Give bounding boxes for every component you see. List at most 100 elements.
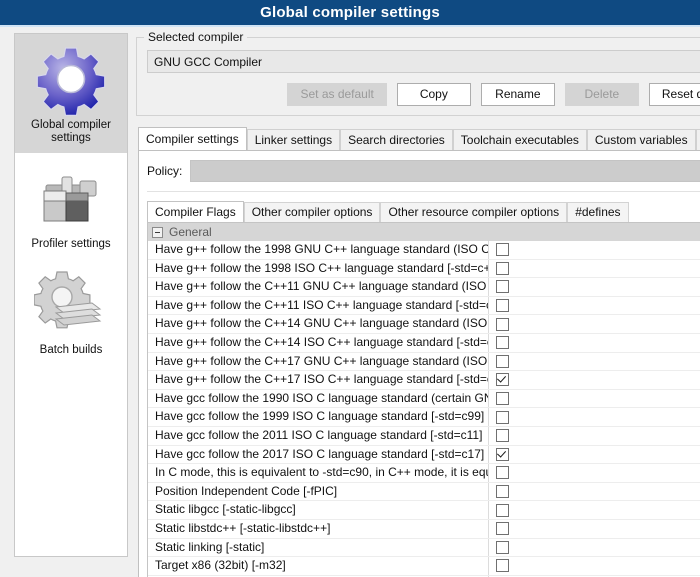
flag-checkbox[interactable] xyxy=(496,336,509,350)
flags-rows-area: General Have g++ follow the 1998 GNU C++… xyxy=(148,223,700,577)
flag-checkbox-cell xyxy=(489,390,700,408)
flag-row[interactable]: Have gcc follow the 1990 ISO C language … xyxy=(148,389,700,409)
delete-button[interactable]: Delete xyxy=(564,83,639,106)
compiler-flags-list: General Have g++ follow the 1998 GNU C++… xyxy=(147,222,700,577)
flag-row[interactable]: Have g++ follow the C++14 ISO C++ langua… xyxy=(148,333,700,353)
tab-custom-variables[interactable]: Custom variables xyxy=(586,129,696,150)
flag-row[interactable]: Static linking [-static] xyxy=(148,538,700,558)
flag-row[interactable]: Have g++ follow the C++17 GNU C++ langua… xyxy=(148,352,700,372)
flag-row[interactable]: In C mode, this is equivalent to -std=c9… xyxy=(148,464,700,483)
flag-row[interactable]: Have g++ follow the C++11 ISO C++ langua… xyxy=(148,296,700,316)
tab-other-resource-compiler-options[interactable]: Other resource compiler options xyxy=(380,202,568,222)
flag-label: Static libstdc++ [-static-libstdc++] xyxy=(148,519,489,538)
flag-checkbox[interactable] xyxy=(496,392,509,406)
flag-checkbox-cell xyxy=(489,539,700,557)
copy-button[interactable]: Copy xyxy=(396,83,471,106)
flag-label: Have gcc follow the 1990 ISO C language … xyxy=(148,389,489,408)
sidebar-item-label: Global compiler settings xyxy=(31,119,111,144)
flags-group-header[interactable]: General xyxy=(148,223,700,241)
flag-checkbox[interactable] xyxy=(496,503,509,517)
flag-checkbox-cell xyxy=(489,241,700,259)
flag-checkbox[interactable] xyxy=(496,354,509,368)
flag-label: Have g++ follow the C++14 GNU C++ langua… xyxy=(148,315,489,333)
flag-label: Position Independent Code [-fPIC] xyxy=(148,482,489,501)
flag-label: Have g++ follow the C++14 ISO C++ langua… xyxy=(148,333,489,352)
sidebar-item-global-compiler-settings[interactable]: Global compiler settings xyxy=(15,34,127,153)
flag-label: Static linking [-static] xyxy=(148,538,489,557)
flag-row[interactable]: Have g++ follow the C++14 GNU C++ langua… xyxy=(148,315,700,334)
flag-row[interactable]: Have g++ follow the C++11 GNU C++ langua… xyxy=(148,278,700,297)
flag-row[interactable]: Target x86 (32bit) [-m32] xyxy=(148,557,700,576)
compiler-action-buttons: Set as default Copy Rename Delete Reset … xyxy=(147,83,700,106)
flag-checkbox-cell xyxy=(489,483,700,501)
tab-linker-settings[interactable]: Linker settings xyxy=(246,129,341,150)
flag-checkbox-cell xyxy=(489,334,700,352)
window-title: Global compiler settings xyxy=(260,4,440,21)
flag-checkbox-cell xyxy=(489,427,700,445)
flag-label: Static libgcc [-static-libgcc] xyxy=(148,501,489,519)
flag-row[interactable]: Have g++ follow the C++17 ISO C++ langua… xyxy=(148,371,700,390)
caliper-blocks-icon xyxy=(34,161,108,235)
flag-row[interactable]: Have g++ follow the 1998 GNU C++ languag… xyxy=(148,241,700,260)
flag-checkbox-cell xyxy=(489,297,700,315)
outer-tab-strip: Compiler settings Linker settings Search… xyxy=(138,127,700,150)
flag-checkbox[interactable] xyxy=(496,447,509,461)
flag-checkbox-cell xyxy=(489,371,700,389)
sidebar-item-label: Batch builds xyxy=(39,344,103,356)
flag-row[interactable]: Position Independent Code [-fPIC] xyxy=(148,482,700,502)
flag-checkbox[interactable] xyxy=(496,522,509,536)
flag-checkbox[interactable] xyxy=(496,280,509,294)
flag-checkbox-cell xyxy=(489,260,700,278)
flag-checkbox-cell xyxy=(489,278,700,296)
flag-row[interactable]: Have gcc follow the 1999 ISO C language … xyxy=(148,408,700,427)
tab-toolchain-executables[interactable]: Toolchain executables xyxy=(452,129,587,150)
reset-defaults-button[interactable]: Reset defaults xyxy=(648,83,700,106)
flag-row[interactable]: Have gcc follow the 2017 ISO C language … xyxy=(148,445,700,465)
flag-label: In C mode, this is equivalent to -std=c9… xyxy=(148,464,489,482)
gear-icon xyxy=(34,42,108,116)
flag-checkbox-cell xyxy=(489,353,700,371)
main-content: Selected compiler GNU GCC Compiler ⌄ Set… xyxy=(128,27,700,577)
flag-checkbox-cell xyxy=(489,315,700,333)
tab-search-directories[interactable]: Search directories xyxy=(340,129,453,150)
tab-compiler-settings[interactable]: Compiler settings xyxy=(138,127,247,150)
policy-row: Policy: ⌄ xyxy=(147,160,700,182)
flags-group-header-label: General xyxy=(169,225,212,239)
flag-row[interactable]: Have gcc follow the 2011 ISO C language … xyxy=(148,426,700,446)
flag-row[interactable]: Have g++ follow the 1998 ISO C++ languag… xyxy=(148,259,700,279)
tab-other-compiler-options[interactable]: Other compiler options xyxy=(243,202,381,222)
rename-button[interactable]: Rename xyxy=(480,83,555,106)
flag-checkbox[interactable] xyxy=(496,485,509,499)
window-body: Global compiler settings Profiler settin… xyxy=(0,27,700,577)
flag-checkbox[interactable] xyxy=(496,243,509,257)
flag-checkbox[interactable] xyxy=(496,466,509,480)
set-as-default-button[interactable]: Set as default xyxy=(287,83,387,106)
flag-checkbox[interactable] xyxy=(496,299,509,313)
flag-label: Have gcc follow the 1999 ISO C language … xyxy=(148,408,489,426)
sidebar-item-batch-builds[interactable]: Batch builds xyxy=(15,259,127,365)
flag-checkbox-cell xyxy=(489,446,700,464)
policy-select[interactable]: ⌄ xyxy=(190,160,700,182)
flag-checkbox[interactable] xyxy=(496,410,509,424)
tab-defines[interactable]: #defines xyxy=(567,202,629,222)
flag-checkbox[interactable] xyxy=(496,261,509,275)
flag-label: Have g++ follow the C++11 ISO C++ langua… xyxy=(148,296,489,315)
flag-checkbox[interactable] xyxy=(496,373,509,387)
flag-label: Have g++ follow the C++17 ISO C++ langua… xyxy=(148,371,489,389)
flag-checkbox[interactable] xyxy=(496,559,509,573)
flag-row[interactable]: Static libgcc [-static-libgcc] xyxy=(148,501,700,520)
divider xyxy=(147,191,700,192)
flag-checkbox[interactable] xyxy=(496,317,509,331)
tab-build[interactable]: Build xyxy=(695,129,700,150)
sidebar-item-profiler-settings[interactable]: Profiler settings xyxy=(15,153,127,259)
flag-label: Have gcc follow the 2011 ISO C language … xyxy=(148,426,489,445)
flag-checkbox[interactable] xyxy=(496,540,509,554)
flag-checkbox[interactable] xyxy=(496,429,509,443)
compiler-select-value: GNU GCC Compiler xyxy=(154,54,263,69)
flag-label: Have g++ follow the 1998 ISO C++ languag… xyxy=(148,259,489,278)
flag-label: Target x86 (32bit) [-m32] xyxy=(148,557,489,575)
compiler-select[interactable]: GNU GCC Compiler ⌄ xyxy=(147,50,700,73)
tab-compiler-flags[interactable]: Compiler Flags xyxy=(147,201,244,222)
collapse-icon[interactable] xyxy=(152,226,163,238)
flag-row[interactable]: Static libstdc++ [-static-libstdc++] xyxy=(148,519,700,539)
